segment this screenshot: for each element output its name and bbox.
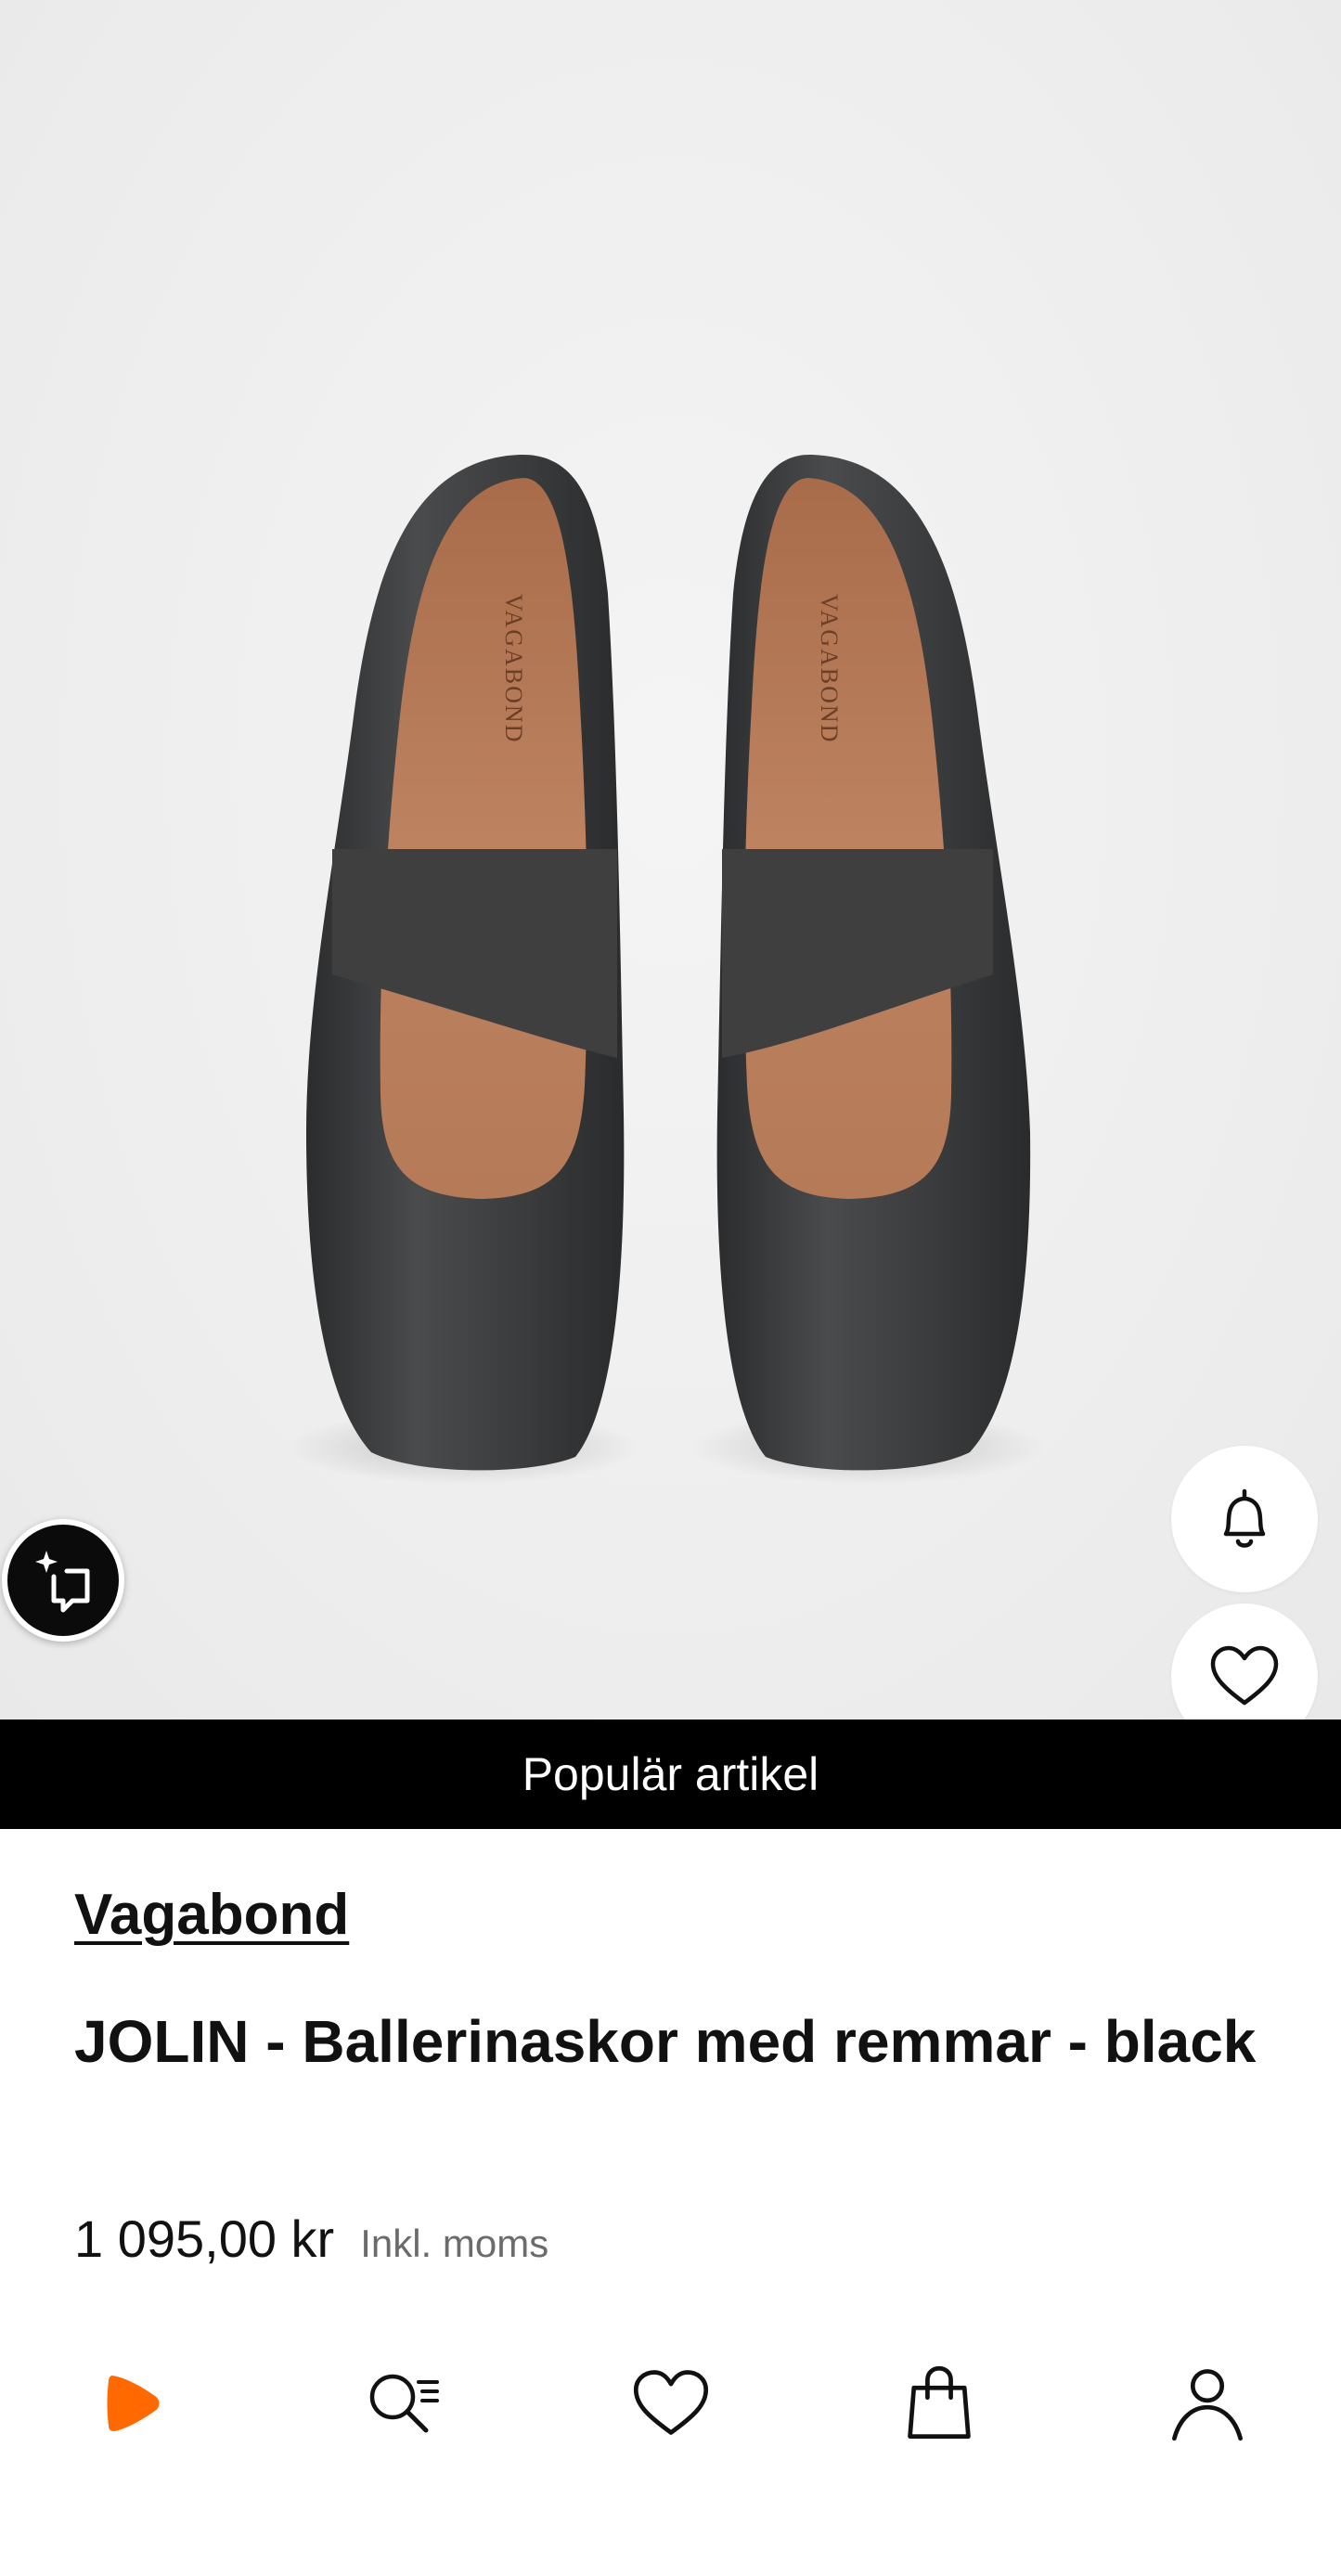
shopping-bag-icon (907, 2365, 971, 2439)
sparkle-chat-icon (35, 1551, 90, 1613)
nav-home[interactable] (70, 2338, 200, 2468)
tax-note: Inkl. moms (360, 2222, 549, 2265)
nav-search[interactable] (338, 2338, 468, 2468)
popular-item-banner: Populär artikel (0, 1719, 1341, 1829)
banner-label: Populär artikel (522, 1748, 819, 1800)
product-title: JOLIN - Ballerinaskor med remmar - black (74, 2008, 1257, 2075)
zalando-play-logo-icon (107, 2376, 159, 2431)
nav-wishlist[interactable] (606, 2338, 736, 2468)
insole-logo-right: VAGABOND (816, 594, 843, 743)
price-row: 1 095,00 kr Inkl. moms (74, 2209, 548, 2269)
notify-button[interactable] (1171, 1446, 1318, 1592)
ai-assistant-button[interactable] (2, 1519, 124, 1642)
shoes-image: VAGABOND VAGABOND (288, 454, 1044, 1485)
heart-icon (1210, 1645, 1279, 1706)
user-icon (1171, 2369, 1243, 2441)
nav-account[interactable] (1142, 2338, 1272, 2468)
search-list-icon (369, 2374, 439, 2433)
bottom-nav (0, 2338, 1341, 2468)
heart-icon (633, 2370, 708, 2435)
nav-bag[interactable] (874, 2338, 1004, 2468)
price: 1 095,00 kr (74, 2209, 335, 2268)
brand-link[interactable]: Vagabond (74, 1882, 349, 1948)
product-image[interactable]: VAGABOND VAGABOND (0, 0, 1341, 1719)
bell-icon (1223, 1488, 1266, 1548)
insole-logo-left: VAGABOND (500, 594, 527, 743)
